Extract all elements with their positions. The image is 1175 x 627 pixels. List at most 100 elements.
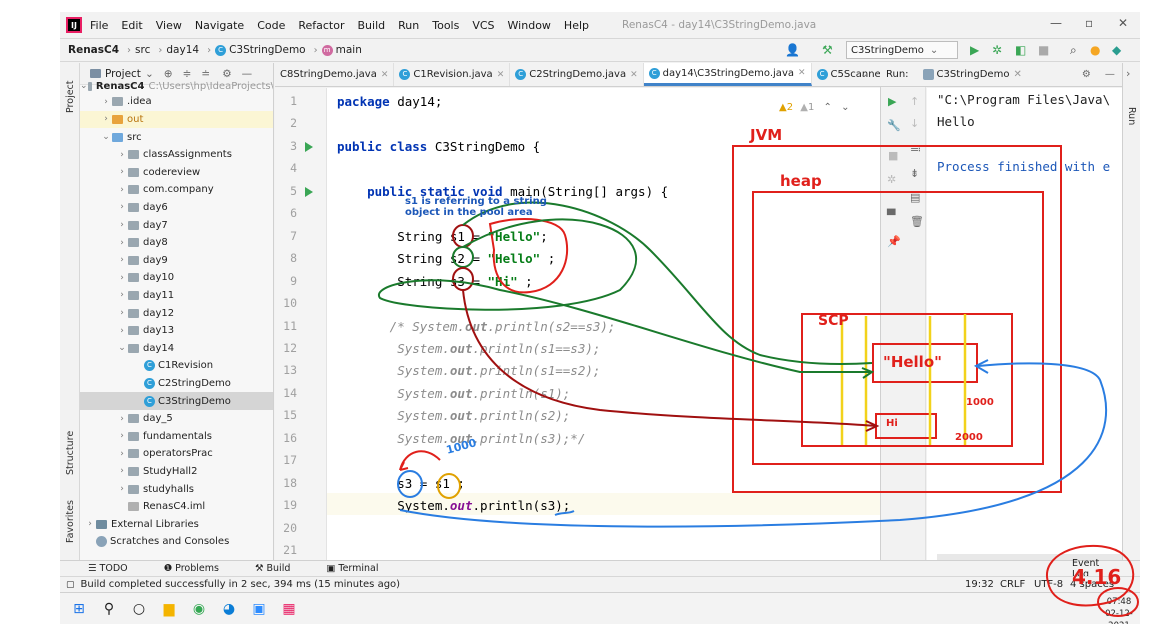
search-icon[interactable]: ⌕ xyxy=(1070,43,1077,58)
close-tab-icon[interactable]: ✕ xyxy=(497,70,505,80)
editor-tab[interactable]: C8StringDemo.java ✕ xyxy=(275,63,395,86)
intellij-taskbar-icon[interactable]: ▦ xyxy=(274,594,304,624)
close-tab-icon[interactable]: ✕ xyxy=(630,70,638,80)
stop-icon[interactable]: ■ xyxy=(1038,43,1049,57)
tree-item[interactable]: C C1Revision xyxy=(80,357,273,375)
close-tab-icon[interactable]: ✕ xyxy=(381,70,389,80)
plugin-icon[interactable]: ◆ xyxy=(1112,43,1121,57)
hammer-build-icon[interactable]: ⚒ xyxy=(822,43,833,57)
run-gutter-icon[interactable] xyxy=(305,141,313,152)
editor-tab[interactable]: CC5ScannerD✕ xyxy=(812,63,880,86)
chrome-icon[interactable]: ◉ xyxy=(184,594,214,624)
tree-item[interactable]: › studyhalls xyxy=(80,480,273,498)
tree-item[interactable]: › day7 xyxy=(80,216,273,234)
project-panel-title[interactable]: Project xyxy=(105,68,141,80)
caret-position[interactable]: 19:32 xyxy=(965,579,994,590)
tree-item[interactable]: › StudyHall2 xyxy=(80,463,273,481)
tree-item[interactable]: › day12 xyxy=(80,304,273,322)
chevron-right-icon[interactable]: › xyxy=(100,114,112,124)
tree-item[interactable]: Scratches and Consoles xyxy=(80,533,273,551)
chevron-right-icon[interactable]: › xyxy=(84,519,96,529)
menu-tools[interactable]: Tools xyxy=(432,19,459,32)
project-tool-tab[interactable]: Project xyxy=(65,80,76,113)
tree-item[interactable]: › codereview xyxy=(80,163,273,181)
chevron-right-icon[interactable]: › xyxy=(116,167,128,177)
chevron-down-icon[interactable]: ⌄ xyxy=(841,102,849,113)
scroll-end-icon[interactable]: ⇟ xyxy=(910,167,919,180)
menu-vcs[interactable]: VCS xyxy=(472,19,494,32)
tree-item[interactable]: RenasC4.iml xyxy=(80,498,273,516)
tree-item[interactable]: › day8 xyxy=(80,234,273,252)
chevron-right-icon[interactable]: › xyxy=(116,290,128,300)
tree-item[interactable]: › External Libraries xyxy=(80,515,273,533)
maximize-icon[interactable]: ▫ xyxy=(1085,16,1093,30)
chevron-right-icon[interactable]: › xyxy=(116,220,128,230)
run-icon[interactable]: ▶ xyxy=(970,43,979,57)
close-tab-icon[interactable]: ✕ xyxy=(1013,69,1021,80)
file-explorer-icon[interactable]: ▆ xyxy=(154,594,184,624)
tree-item[interactable]: › classAssignments xyxy=(80,146,273,164)
arrow-up-icon[interactable]: ↑ xyxy=(910,95,919,108)
file-encoding[interactable]: UTF-8 xyxy=(1034,579,1063,590)
hide-icon[interactable]: — xyxy=(242,68,253,80)
menu-code[interactable]: Code xyxy=(257,19,285,32)
tree-item[interactable]: › out xyxy=(80,110,273,129)
expand-all-icon[interactable]: ≑ xyxy=(183,68,192,80)
breadcrumb-method[interactable]: main xyxy=(336,44,362,56)
print-icon[interactable]: ▤ xyxy=(910,191,920,204)
chevron-right-icon[interactable]: › xyxy=(116,150,128,160)
tree-item[interactable]: ⌄ day14 xyxy=(80,339,273,357)
chevron-right-icon[interactable]: › xyxy=(116,255,128,265)
gear-icon[interactable]: ⚙ xyxy=(222,68,231,80)
tree-item[interactable]: ⌄ src xyxy=(80,128,273,146)
tree-item[interactable]: › day10 xyxy=(80,269,273,287)
rerun-icon[interactable]: ▶ xyxy=(888,95,896,108)
update-icon[interactable]: ● xyxy=(1090,43,1100,57)
soft-wrap-icon[interactable]: ≕ xyxy=(910,143,921,156)
breadcrumb-day14[interactable]: day14 xyxy=(166,44,199,56)
chevron-down-icon[interactable]: ⌄ xyxy=(100,132,112,142)
edge-icon[interactable]: ◕ xyxy=(214,594,244,624)
close-icon[interactable]: ✕ xyxy=(1118,16,1128,30)
hide-icon[interactable]: — xyxy=(1105,69,1115,80)
menu-run[interactable]: Run xyxy=(398,19,419,32)
menu-view[interactable]: View xyxy=(156,19,182,32)
menu-help[interactable]: Help xyxy=(564,19,589,32)
run-gutter-icon[interactable] xyxy=(305,186,313,197)
tree-item[interactable]: › day6 xyxy=(80,199,273,217)
chevron-right-icon[interactable]: › xyxy=(116,202,128,212)
layout-icon[interactable]: ▀ xyxy=(887,209,895,222)
task-view-icon[interactable]: ○ xyxy=(124,594,154,624)
tree-item[interactable]: › day_5 xyxy=(80,410,273,428)
chevron-right-icon[interactable]: › xyxy=(116,449,128,459)
windows-start-icon[interactable]: ⊞ xyxy=(64,594,94,624)
chevron-up-icon[interactable]: ⌃ xyxy=(824,102,832,113)
bug-icon[interactable]: ✲ xyxy=(887,173,896,186)
tree-item[interactable]: › day13 xyxy=(80,322,273,340)
chevron-right-icon[interactable]: › xyxy=(116,238,128,248)
todo-tab[interactable]: ☰ TODO xyxy=(88,563,146,574)
tabs-dropdown-icon[interactable]: ⌄ xyxy=(860,69,868,80)
tree-item[interactable]: › operatorsPrac xyxy=(80,445,273,463)
tree-item[interactable]: › com.company xyxy=(80,181,273,199)
chevron-right-icon[interactable]: › xyxy=(100,97,112,107)
zoom-icon[interactable]: ▣ xyxy=(244,594,274,624)
menu-file[interactable]: File xyxy=(90,19,108,32)
collapse-all-icon[interactable]: ≐ xyxy=(201,68,210,80)
locate-icon[interactable]: ⊕ xyxy=(164,68,173,80)
search-icon[interactable]: ⚲ xyxy=(94,594,124,624)
wrench-icon[interactable]: 🔧 xyxy=(887,119,901,132)
tree-item[interactable]: › day11 xyxy=(80,287,273,305)
breadcrumb-project[interactable]: RenasC4 xyxy=(68,44,119,56)
menu-window[interactable]: Window xyxy=(508,19,551,32)
build-tab[interactable]: ⚒ Build xyxy=(255,563,308,574)
tree-item[interactable]: › day9 xyxy=(80,251,273,269)
structure-tool-tab[interactable]: Structure xyxy=(65,431,76,475)
menu-navigate[interactable]: Navigate xyxy=(195,19,244,32)
pin-icon[interactable]: 📌 xyxy=(887,235,901,248)
run-tab-label[interactable]: C3StringDemo xyxy=(937,69,1010,80)
chevron-right-icon[interactable]: › xyxy=(116,185,128,195)
gear-icon[interactable]: ⚙ xyxy=(1082,69,1091,80)
chevron-right-icon[interactable]: › xyxy=(116,466,128,476)
tree-item[interactable]: › .idea xyxy=(80,93,273,111)
